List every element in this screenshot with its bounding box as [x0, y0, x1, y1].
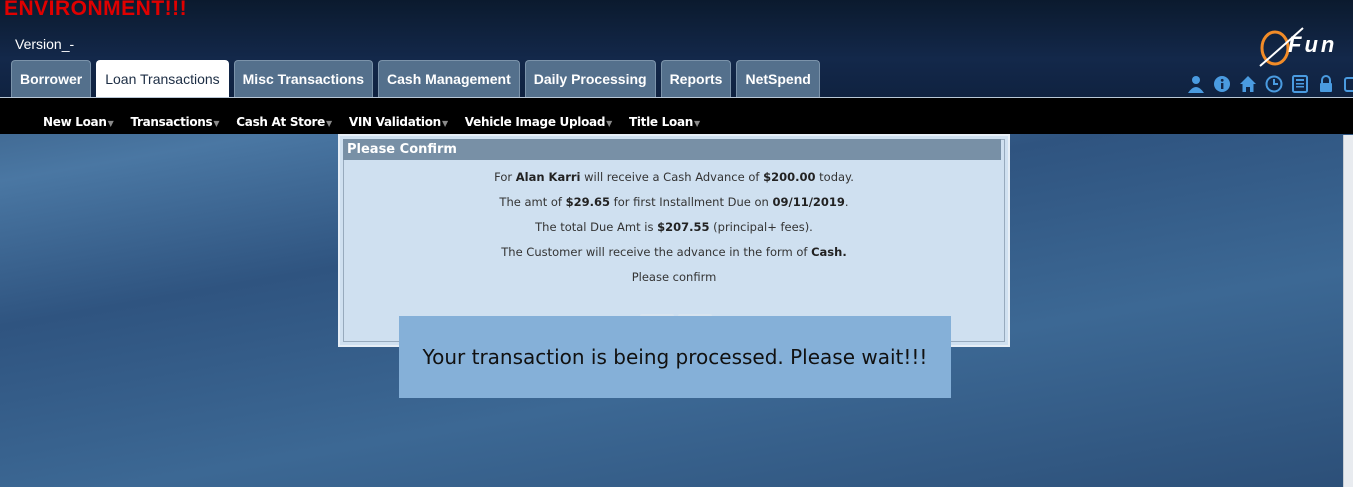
please-confirm-text: Please confirm [631, 270, 717, 284]
caret-down-icon: ▼ [107, 119, 114, 128]
due-date: 09/11/2019 [772, 195, 845, 209]
clock-icon[interactable] [1264, 74, 1284, 94]
installment-line: The amt of $29.65 for first Installment … [499, 195, 849, 209]
advance-amount: $200.00 [763, 170, 816, 184]
window-icon[interactable] [1342, 74, 1353, 94]
caret-down-icon: ▼ [326, 119, 332, 128]
company-logo: Fun [1258, 26, 1353, 74]
lock-icon[interactable] [1316, 74, 1336, 94]
tab-loan-transactions[interactable]: Loan Transactions [96, 60, 229, 97]
environment-warning: ENVIRONMENT!!! [4, 0, 188, 20]
dialog-title: Please Confirm [343, 139, 1001, 160]
dialog-body: For Alan Karri will receive a Cash Advan… [340, 169, 1008, 294]
page-scrollbar[interactable] [1343, 135, 1353, 487]
top-banner: ENVIRONMENT!!! Version_- Fun Borrower Lo… [0, 0, 1353, 98]
customer-name: Alan Karri [515, 170, 581, 184]
tab-netspend[interactable]: NetSpend [736, 60, 820, 97]
caret-down-icon: ▼ [441, 119, 448, 128]
subnav-vehicle-image-upload[interactable]: Vehicle Image Upload▼ [465, 115, 612, 129]
total-due-line: The total Due Amt is $207.55 (principal+… [535, 220, 813, 234]
logo-text: Fun [1288, 32, 1338, 57]
caret-down-icon: ▼ [213, 119, 220, 128]
calculator-icon[interactable] [1290, 74, 1310, 94]
caret-down-icon: ▼ [693, 119, 700, 128]
version-label: Version_- [15, 36, 75, 52]
subnav-new-loan[interactable]: New Loan▼ [43, 115, 114, 129]
installment-amount: $29.65 [565, 195, 611, 209]
processing-overlay: Your transaction is being processed. Ple… [399, 316, 951, 398]
home-icon[interactable] [1238, 74, 1258, 94]
advance-line: For Alan Karri will receive a Cash Advan… [494, 170, 854, 184]
user-icon[interactable] [1186, 74, 1206, 94]
total-due-amount: $207.55 [657, 220, 710, 234]
payment-form: Cash. [811, 245, 847, 259]
subnav-cash-at-store[interactable]: Cash At Store▼ [236, 115, 332, 129]
tab-misc-transactions[interactable]: Misc Transactions [233, 60, 374, 97]
tab-cash-management[interactable]: Cash Management [378, 60, 520, 97]
sub-navigation: New Loan▼ Transactions▼ Cash At Store▼ V… [0, 110, 1353, 134]
subnav-vin-validation[interactable]: VIN Validation▼ [349, 115, 448, 129]
caret-down-icon: ▼ [606, 119, 612, 128]
processing-message: Your transaction is being processed. Ple… [422, 345, 928, 369]
subnav-title-loan[interactable]: Title Loan▼ [629, 115, 700, 129]
main-tabs: Borrower Loan Transactions Misc Transact… [11, 60, 820, 97]
info-icon[interactable] [1212, 74, 1232, 94]
tab-borrower[interactable]: Borrower [11, 60, 92, 97]
tab-reports[interactable]: Reports [660, 60, 732, 97]
toolbar-icons [1186, 74, 1353, 94]
subnav-transactions[interactable]: Transactions▼ [130, 115, 219, 129]
subnav-spacer [0, 98, 1353, 110]
payment-form-line: The Customer will receive the advance in… [501, 245, 847, 259]
tab-daily-processing[interactable]: Daily Processing [524, 60, 656, 97]
